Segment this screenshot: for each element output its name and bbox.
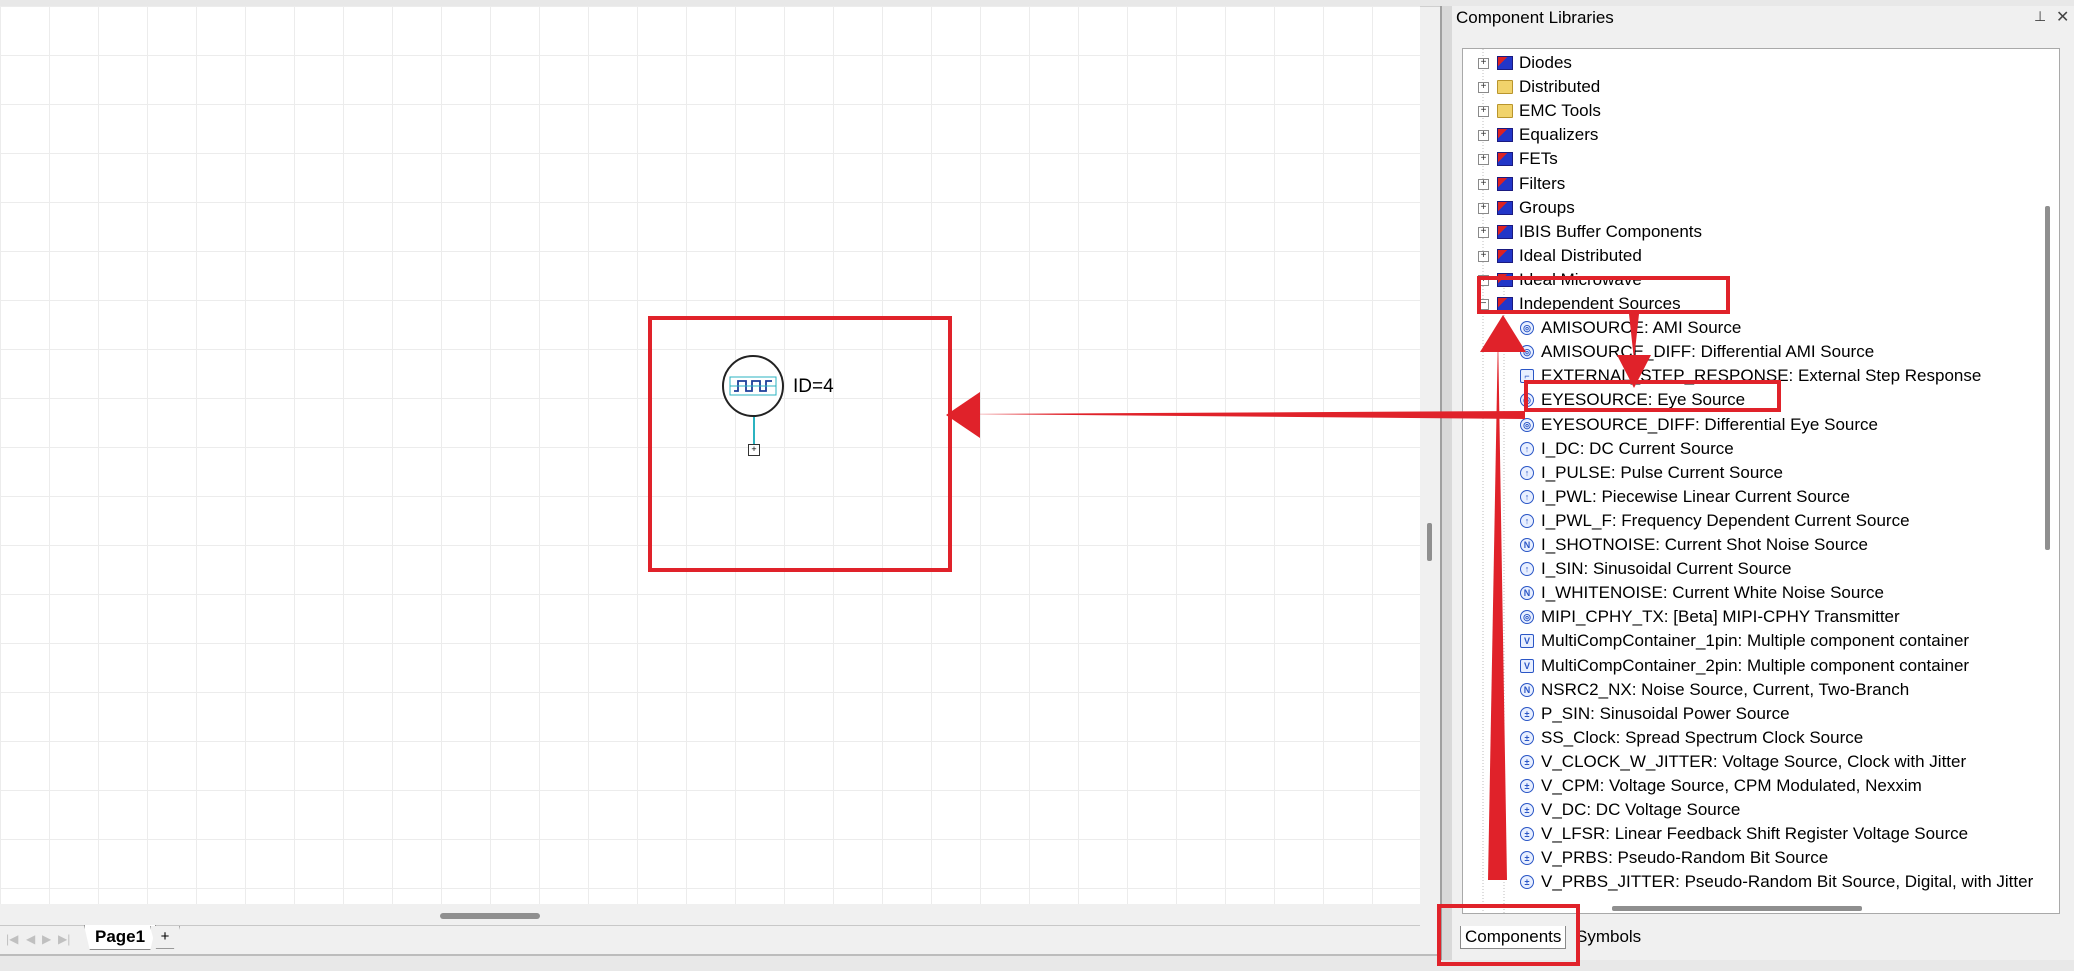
- library-label: EMC Tools: [1519, 101, 1601, 121]
- folder-icon: [1497, 104, 1513, 119]
- library-cube-icon: [1497, 200, 1513, 215]
- component-label: MultiCompContainer_1pin: Multiple compon…: [1541, 631, 1970, 651]
- component-label: I_WHITENOISE: Current White Noise Source: [1541, 583, 1884, 603]
- annotation-box-eyesource: [1524, 380, 1781, 412]
- component-label: EYESOURCE_DIFF: Differential Eye Source: [1541, 414, 1878, 434]
- library-label: Distributed: [1519, 77, 1601, 97]
- library-cube-icon: [1497, 224, 1513, 239]
- voltage-icon: ±: [1520, 706, 1534, 721]
- tree-vertical-scrollbar[interactable]: [2045, 206, 2050, 550]
- library-label: FETs: [1519, 149, 1558, 169]
- container-icon: V: [1520, 658, 1534, 673]
- voltage-icon: ±: [1520, 803, 1534, 818]
- pulse-wave-icon: [729, 376, 777, 396]
- page-tab-bar: |◀ ◀ ▶ ▶|: [0, 925, 1420, 953]
- expand-icon[interactable]: +: [1478, 130, 1489, 142]
- annotation-box-components-tab: [1437, 904, 1580, 966]
- library-cube-icon: [1497, 176, 1513, 191]
- tab-symbols[interactable]: Symbols: [1572, 926, 1645, 948]
- noise-icon: N: [1520, 538, 1534, 552]
- library-label: Diodes: [1519, 53, 1572, 72]
- next-page-icon[interactable]: ▶: [42, 932, 51, 946]
- component-label: AMISOURCE: AMI Source: [1541, 318, 1742, 338]
- component-id-label: ID=4: [793, 376, 834, 397]
- expand-icon[interactable]: +: [1478, 178, 1489, 190]
- library-cube-icon: [1497, 128, 1513, 143]
- component-label: V_DC: DC Voltage Source: [1541, 800, 1741, 820]
- component-label: NSRC2_NX: Noise Source, Current, Two-Bra…: [1541, 679, 1910, 699]
- component-label: SS_Clock: Spread Spectrum Clock Source: [1541, 727, 1864, 747]
- component-label: V_PRBS_JITTER: Pseudo-Random Bit Source,…: [1541, 872, 2034, 892]
- library-cube-icon: [1497, 248, 1513, 263]
- library-label: Filters: [1519, 173, 1566, 193]
- close-icon[interactable]: ✕: [2056, 7, 2069, 27]
- tab-page1[interactable]: Page1: [84, 925, 157, 950]
- expand-icon[interactable]: +: [1478, 82, 1489, 94]
- expand-icon[interactable]: +: [1478, 106, 1489, 118]
- expand-icon[interactable]: +: [1478, 58, 1489, 69]
- pin-icon[interactable]: ⊥: [2034, 8, 2046, 25]
- component-label: V_PRBS: Pseudo-Random Bit Source: [1541, 848, 1829, 868]
- component-label: I_SIN: Sinusoidal Current Source: [1541, 559, 1792, 579]
- expand-icon[interactable]: +: [1478, 250, 1489, 262]
- component-label: V_CPM: Voltage Source, CPM Modulated, Ne…: [1541, 776, 1922, 795]
- library-tree[interactable]: + Diodes + Distributed + EMC Tools + Equalizers…: [1462, 48, 2060, 914]
- library-label: Groups: [1519, 197, 1575, 217]
- current-icon: ↑: [1520, 441, 1534, 456]
- component-label: I_PWL: Piecewise Linear Current Source: [1541, 486, 1850, 506]
- voltage-icon: ±: [1520, 730, 1534, 745]
- noise-icon: N: [1520, 682, 1534, 697]
- expand-icon[interactable]: +: [1478, 202, 1489, 214]
- component-label: I_DC: DC Current Source: [1541, 438, 1734, 458]
- eye-source-symbol[interactable]: [722, 355, 784, 417]
- current-icon: ↑: [1520, 489, 1534, 504]
- last-page-icon[interactable]: ▶|: [58, 932, 70, 946]
- component-label: I_PWL_F: Frequency Dependent Current Sou…: [1541, 510, 1910, 530]
- component-label: AMISOURCE_DIFF: Differential AMI Source: [1541, 342, 1875, 362]
- component-label: I_SHOTNOISE: Current Shot Noise Source: [1541, 535, 1868, 554]
- source-icon: ◎: [1520, 417, 1534, 432]
- voltage-icon: ±: [1520, 754, 1534, 769]
- panel-title: Component Libraries: [1456, 8, 1614, 27]
- component-pin[interactable]: +: [748, 444, 760, 456]
- folder-icon: [1497, 80, 1513, 95]
- canvas-horizontal-scrollbar[interactable]: [440, 913, 540, 919]
- container-icon: V: [1520, 634, 1534, 649]
- tree-horizontal-scrollbar[interactable]: [1612, 906, 1862, 911]
- first-page-icon[interactable]: |◀: [6, 932, 18, 946]
- component-label: V_LFSR: Linear Feedback Shift Register V…: [1541, 824, 1969, 844]
- canvas-vertical-scrollbar[interactable]: [1427, 523, 1432, 561]
- expand-icon[interactable]: +: [1478, 226, 1489, 238]
- annotation-box-component: [648, 316, 952, 572]
- library-label: Equalizers: [1519, 125, 1599, 145]
- voltage-icon: ±: [1520, 779, 1534, 793]
- current-icon: ↑: [1520, 465, 1534, 480]
- component-wire: [753, 417, 755, 445]
- component-label: P_SIN: Sinusoidal Power Source: [1541, 703, 1790, 723]
- component-label: V_CLOCK_W_JITTER: Voltage Source, Clock …: [1541, 751, 1967, 771]
- library-label: IBIS Buffer Components: [1519, 221, 1703, 241]
- component-label: MIPI_CPHY_TX: [Beta] MIPI-CPHY Transmitt…: [1541, 607, 1900, 627]
- prev-page-icon[interactable]: ◀: [26, 932, 35, 946]
- annotation-box-independent-sources: [1477, 276, 1730, 314]
- expand-icon[interactable]: +: [1478, 154, 1489, 166]
- component-libraries-panel: Component Libraries ⊥ ✕ + Diodes + Distribu…: [1452, 6, 2074, 960]
- component-label: I_PULSE: Pulse Current Source: [1541, 462, 1783, 482]
- library-cube-icon: [1497, 56, 1513, 70]
- current-icon: ↑: [1520, 513, 1534, 528]
- current-icon: ↑: [1520, 562, 1534, 577]
- library-cube-icon: [1497, 152, 1513, 167]
- library-label: Ideal Distributed: [1519, 245, 1642, 265]
- source-icon: ◎: [1520, 321, 1534, 336]
- component-label: MultiCompContainer_2pin: Multiple compon…: [1541, 655, 1970, 675]
